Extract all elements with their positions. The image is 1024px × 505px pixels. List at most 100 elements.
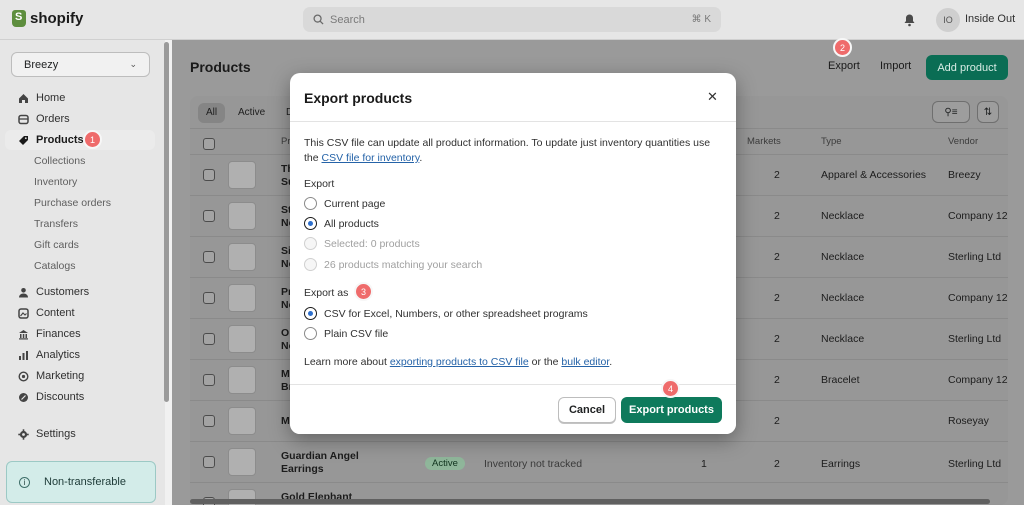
product-vendor: Company 123 xyxy=(948,292,1008,304)
product-thumbnail xyxy=(228,202,256,230)
search-input[interactable]: Search ⌘ K xyxy=(303,7,721,32)
radio-dot xyxy=(304,197,317,210)
header-markets[interactable]: Markets xyxy=(747,136,781,147)
row-checkbox[interactable] xyxy=(203,374,215,386)
sidebar-item-content[interactable]: Content xyxy=(5,303,155,323)
learn-more-text: Learn more about exporting products to C… xyxy=(304,356,613,368)
product-type: Bracelet xyxy=(821,374,860,386)
page-title: Products xyxy=(190,59,251,75)
import-button[interactable]: Import xyxy=(880,60,911,72)
markets-count: 2 xyxy=(774,210,780,222)
non-transferable-badge[interactable]: i Non-transferable xyxy=(6,461,156,503)
row-checkbox[interactable] xyxy=(203,169,215,181)
store-selector[interactable]: Breezy ⌄ xyxy=(11,52,150,77)
export-scope-label: Export xyxy=(304,178,335,190)
radio-dot xyxy=(304,258,317,271)
bell-icon[interactable] xyxy=(903,13,916,27)
exporting-csv-link[interactable]: exporting products to CSV file xyxy=(390,356,529,368)
export-products-button[interactable]: Export products xyxy=(621,397,722,423)
info-icon: i xyxy=(19,476,30,488)
finance-icon xyxy=(17,328,29,340)
product-thumbnail xyxy=(228,284,256,312)
modal-title: Export products xyxy=(304,90,413,106)
sidebar-scrollbar[interactable] xyxy=(164,42,169,402)
sidebar-item-settings[interactable]: Settings xyxy=(5,424,155,444)
row-checkbox[interactable] xyxy=(203,251,215,263)
sidebar-item-inventory[interactable]: Inventory xyxy=(34,176,77,188)
avatar[interactable]: IO xyxy=(936,8,960,32)
row-checkbox[interactable] xyxy=(203,415,215,427)
logo-text: shopify xyxy=(30,10,84,27)
sidebar-item-catalogs[interactable]: Catalogs xyxy=(34,260,75,272)
product-thumbnail xyxy=(228,448,256,476)
sidebar-item-label: Finances xyxy=(36,328,81,340)
markets-count: 2 xyxy=(774,292,780,304)
search-placeholder: Search xyxy=(330,13,365,26)
table-row[interactable]: Guardian Angel Earrings Active Inventory … xyxy=(190,441,1008,482)
search-filter-button[interactable]: ⚲≡ xyxy=(932,101,970,123)
store-selector-label: Breezy xyxy=(24,58,59,71)
row-checkbox[interactable] xyxy=(203,333,215,345)
sidebar-item-analytics[interactable]: Analytics xyxy=(5,345,155,365)
sales-channels-count: 1 xyxy=(701,458,707,470)
radio-current-page[interactable]: Current page xyxy=(304,197,385,210)
sidebar-item-label: Settings xyxy=(36,428,76,440)
table-horizontal-scrollbar[interactable] xyxy=(190,499,990,504)
sort-button[interactable]: ⇅ xyxy=(977,101,999,123)
non-transferable-label: Non-transferable xyxy=(44,476,126,488)
markets-count: 2 xyxy=(774,458,780,470)
row-checkbox[interactable] xyxy=(203,210,215,222)
discount-icon xyxy=(17,391,29,403)
csv-inventory-link[interactable]: CSV file for inventory xyxy=(322,152,420,164)
sidebar-item-discounts[interactable]: Discounts xyxy=(5,387,155,407)
sidebar-item-transfers[interactable]: Transfers xyxy=(34,218,78,230)
export-button[interactable]: Export xyxy=(828,60,860,72)
row-checkbox[interactable] xyxy=(203,292,215,304)
tab-active[interactable]: Active xyxy=(230,103,273,123)
product-vendor: Company 123 xyxy=(948,374,1008,386)
add-product-button[interactable]: Add product xyxy=(926,55,1008,80)
radio-all-products[interactable]: All products xyxy=(304,217,379,230)
product-type: Earrings xyxy=(821,458,861,470)
product-thumbnail xyxy=(228,243,256,271)
header-vendor[interactable]: Vendor xyxy=(948,136,978,147)
analytics-icon xyxy=(17,349,29,361)
sidebar-item-orders[interactable]: Orders xyxy=(5,109,155,129)
row-checkbox[interactable] xyxy=(203,456,215,468)
cancel-button[interactable]: Cancel xyxy=(558,397,616,423)
sidebar-item-products[interactable]: Products xyxy=(5,130,155,150)
sidebar-item-finances[interactable]: Finances xyxy=(5,324,155,344)
select-all-checkbox[interactable] xyxy=(203,138,215,150)
product-thumbnail xyxy=(228,407,256,435)
product-thumbnail xyxy=(228,325,256,353)
tab-all[interactable]: All xyxy=(198,103,226,123)
header-type[interactable]: Type xyxy=(821,136,842,147)
product-vendor: Company 123 xyxy=(948,210,1008,222)
chevron-down-icon: ⌄ xyxy=(129,59,137,69)
shopify-bag-icon xyxy=(12,10,26,27)
sidebar-item-marketing[interactable]: Marketing xyxy=(5,366,155,386)
product-type: Apparel & Accessories xyxy=(821,169,927,181)
product-name: Guardian Angel Earrings xyxy=(281,450,359,475)
product-name: M xyxy=(281,415,290,427)
product-vendor: Sterling Ltd xyxy=(948,333,1002,345)
sidebar-item-gift-cards[interactable]: Gift cards xyxy=(34,239,79,251)
sidebar-item-label: Orders xyxy=(36,113,70,125)
close-icon[interactable]: ✕ xyxy=(707,89,718,105)
product-thumbnail xyxy=(228,366,256,394)
export-as-label: Export as xyxy=(304,287,349,299)
markets-count: 2 xyxy=(774,333,780,345)
sidebar-item-purchase-orders[interactable]: Purchase orders xyxy=(34,197,111,209)
sidebar-item-collections[interactable]: Collections xyxy=(34,155,85,167)
bulk-editor-link[interactable]: bulk editor xyxy=(561,356,609,368)
sidebar-item-customers[interactable]: Customers xyxy=(5,282,155,302)
radio-plain-csv[interactable]: Plain CSV file xyxy=(304,327,388,340)
shopify-logo[interactable]: shopify xyxy=(12,10,83,27)
radio-selected-products: Selected: 0 products xyxy=(304,237,420,250)
store-name[interactable]: Inside Out xyxy=(965,13,1015,25)
inventory-status: Inventory not tracked xyxy=(484,458,583,470)
product-thumbnail xyxy=(228,161,256,189)
step-marker-4: 4 xyxy=(661,379,680,398)
sidebar-item-home[interactable]: Home xyxy=(5,88,155,108)
radio-csv-excel[interactable]: CSV for Excel, Numbers, or other spreads… xyxy=(304,307,588,320)
